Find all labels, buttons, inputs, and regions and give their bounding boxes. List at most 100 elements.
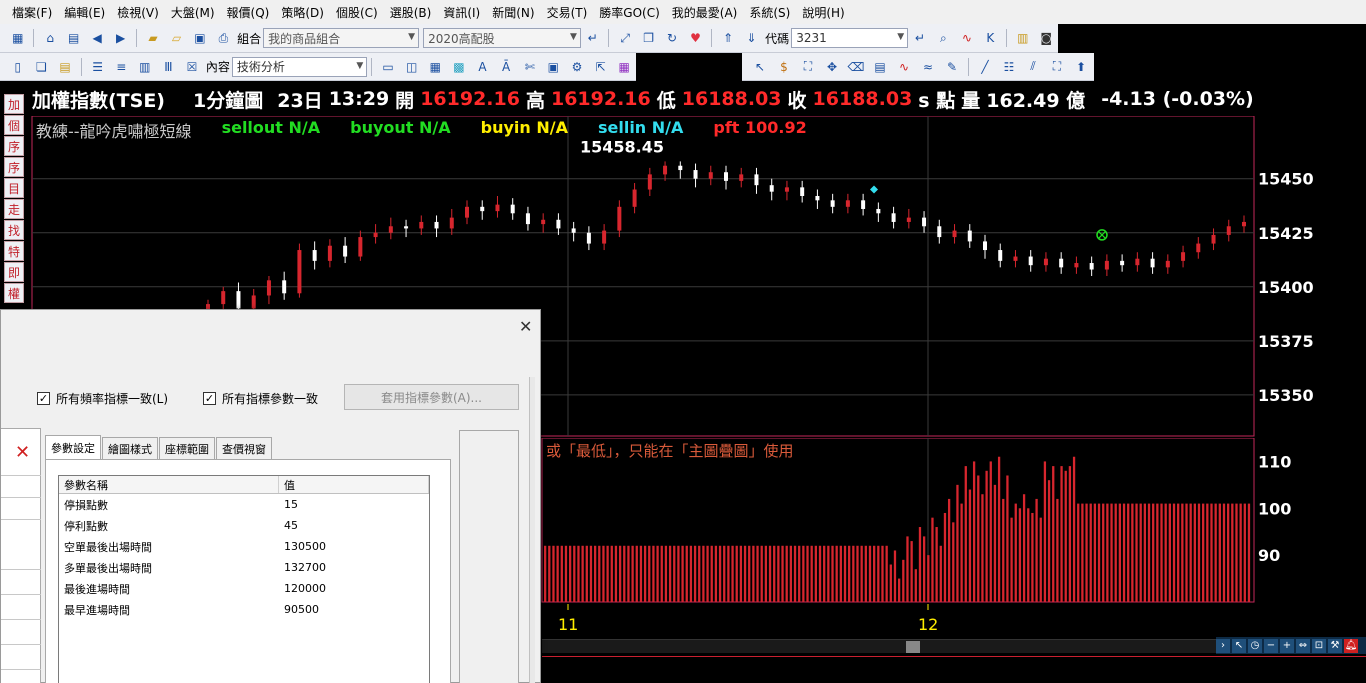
chart-line-icon[interactable]: ∿ xyxy=(894,57,914,77)
menu-item[interactable]: 報價(Q) xyxy=(221,4,276,21)
trend-line-icon[interactable]: ╱ xyxy=(975,57,995,77)
table-row[interactable]: 最後進場時間 120000 xyxy=(59,578,429,599)
menu-item[interactable]: 交易(T) xyxy=(541,4,594,21)
note-icon[interactable]: ▤ xyxy=(870,57,890,77)
double-up-icon[interactable]: ⇑ xyxy=(718,28,737,48)
menu-item[interactable]: 勝率GO(C) xyxy=(593,4,666,21)
close-icon[interactable]: ✕ xyxy=(519,317,532,336)
enter-icon[interactable]: ↵ xyxy=(583,28,602,48)
checkbox-checked-icon[interactable]: ✓ xyxy=(203,392,216,405)
fib-icon[interactable]: ☷ xyxy=(999,57,1019,77)
enter-icon[interactable]: ↵ xyxy=(910,28,929,48)
export-icon[interactable]: ⇱ xyxy=(591,57,611,77)
param-value[interactable]: 45 xyxy=(279,519,429,532)
table-row[interactable]: 停利點數 45 xyxy=(59,515,429,536)
split-horizontal-icon[interactable]: ☰ xyxy=(88,57,108,77)
double-down-icon[interactable]: ⇓ xyxy=(742,28,761,48)
table-row[interactable]: 停損點數 15 xyxy=(59,494,429,515)
side-tab[interactable]: 即 xyxy=(4,262,24,282)
side-tab[interactable]: 加 xyxy=(4,94,24,114)
delete-icon[interactable]: ✕ xyxy=(15,442,30,463)
dialog-tab[interactable]: 座標範圍 xyxy=(159,437,215,459)
side-tab[interactable]: 目 xyxy=(4,178,24,198)
move-icon[interactable]: ✥ xyxy=(822,57,842,77)
pen-icon[interactable]: ✎ xyxy=(942,57,962,77)
refresh-icon[interactable]: ↻ xyxy=(662,28,681,48)
column-header-name[interactable]: 參數名稱 xyxy=(59,476,279,493)
menu-item[interactable]: 資訊(I) xyxy=(437,4,486,21)
text-edit-icon[interactable]: Ā xyxy=(496,57,516,77)
home-icon[interactable]: ⌂ xyxy=(40,28,59,48)
camera-icon[interactable]: ◙ xyxy=(1036,28,1055,48)
param-value[interactable]: 130500 xyxy=(279,540,429,553)
param-value[interactable]: 132700 xyxy=(279,561,429,574)
settings-icon[interactable]: ⚙ xyxy=(567,57,587,77)
close-window-icon[interactable]: ☒ xyxy=(182,57,202,77)
print-icon[interactable]: ⎙ xyxy=(214,28,233,48)
panel-icon[interactable]: ▦ xyxy=(426,57,446,77)
wave-icon[interactable]: ≈ xyxy=(918,57,938,77)
zoom-window-icon[interactable]: ▭ xyxy=(378,57,398,77)
channel-icon[interactable]: ⫽ xyxy=(1023,57,1043,77)
plus-icon[interactable]: + xyxy=(1280,638,1294,653)
record-icon[interactable]: ◫ xyxy=(402,57,422,77)
document-icon[interactable]: ▤ xyxy=(64,28,83,48)
heart-icon[interactable]: ♥ xyxy=(686,28,705,48)
side-tab[interactable]: 序 xyxy=(4,157,24,177)
param-checkbox[interactable]: ✓ 所有指標參數一致 xyxy=(203,390,318,407)
content-select[interactable]: 技術分析 ▼ xyxy=(231,56,368,77)
side-tab[interactable]: 個 xyxy=(4,115,24,135)
eraser-icon[interactable]: ⌫ xyxy=(846,57,866,77)
side-tab[interactable]: 特 xyxy=(4,241,24,261)
open-folder-icon[interactable]: ▰ xyxy=(143,28,162,48)
split-vertical-icon[interactable]: ▥ xyxy=(135,57,155,77)
layout-icon[interactable]: ▣ xyxy=(544,57,564,77)
fit-icon[interactable]: ⇔ xyxy=(1296,638,1310,653)
menu-item[interactable]: 策略(D) xyxy=(275,4,330,21)
tool-icon[interactable]: ⚒ xyxy=(1328,638,1342,653)
menu-item[interactable]: 個股(C) xyxy=(330,4,384,21)
dialog-scrollbar[interactable] xyxy=(529,377,535,683)
menu-item[interactable]: 我的最愛(A) xyxy=(666,4,744,21)
indicator-list-pane[interactable] xyxy=(1,428,41,683)
resize-icon[interactable]: ⤢ xyxy=(615,28,634,48)
text-add-icon[interactable]: A xyxy=(473,57,493,77)
zoom-icon[interactable]: ⊡ xyxy=(1312,638,1326,653)
alarm-icon[interactable]: 🔔︎ xyxy=(1344,638,1358,653)
menu-item[interactable]: 大盤(M) xyxy=(165,4,221,21)
arrow-up-left-icon[interactable]: ↖ xyxy=(1232,638,1246,653)
chevron-right-icon[interactable]: › xyxy=(1216,638,1230,653)
side-tab[interactable]: 走 xyxy=(4,199,24,219)
arrow-up-icon[interactable]: ⬆ xyxy=(1071,57,1091,77)
minus-icon[interactable]: − xyxy=(1264,638,1278,653)
side-tab[interactable]: 找 xyxy=(4,220,24,240)
cursor-icon[interactable]: ↖ xyxy=(750,57,770,77)
folder-icon[interactable]: ▱ xyxy=(167,28,186,48)
dialog-tab[interactable]: 查價視窗 xyxy=(216,437,272,459)
copy-icon[interactable]: ❏ xyxy=(32,57,52,77)
apply-params-button[interactable]: 套用指標參數(A)... xyxy=(344,384,519,410)
dialog-tab[interactable]: 繪圖樣式 xyxy=(102,437,158,459)
scroll-thumb[interactable] xyxy=(906,641,920,653)
menu-item[interactable]: 編輯(E) xyxy=(58,4,111,21)
forward-arrow-icon[interactable]: ▶ xyxy=(111,28,130,48)
checkbox-checked-icon[interactable]: ✓ xyxy=(37,392,50,405)
crop-icon[interactable]: ⛶ xyxy=(798,57,818,77)
table-row[interactable]: 多單最後出場時間 132700 xyxy=(59,557,429,578)
chart-icon[interactable]: ∿ xyxy=(957,28,976,48)
group-select[interactable]: 我的商品組合 ▼ xyxy=(263,28,420,48)
menu-item[interactable]: 檔案(F) xyxy=(6,4,58,21)
grid-icon[interactable]: ▦ xyxy=(8,28,27,48)
table-row[interactable]: 最早進場時間 90500 xyxy=(59,599,429,620)
back-arrow-icon[interactable]: ◀ xyxy=(87,28,106,48)
fullscreen-icon[interactable]: ⛶ xyxy=(1047,57,1067,77)
menu-item[interactable]: 說明(H) xyxy=(796,4,850,21)
param-value[interactable]: 120000 xyxy=(279,582,429,595)
search-icon[interactable]: ⌕ xyxy=(934,28,953,48)
code-input[interactable]: 3231 ▼ xyxy=(791,28,909,48)
freq-checkbox[interactable]: ✓ 所有頻率指標一致(L) xyxy=(37,390,168,407)
param-value[interactable]: 90500 xyxy=(279,603,429,616)
report-icon[interactable]: ▥ xyxy=(1013,28,1032,48)
paste-icon[interactable]: ▤ xyxy=(55,57,75,77)
side-tab[interactable]: 權 xyxy=(4,283,24,303)
